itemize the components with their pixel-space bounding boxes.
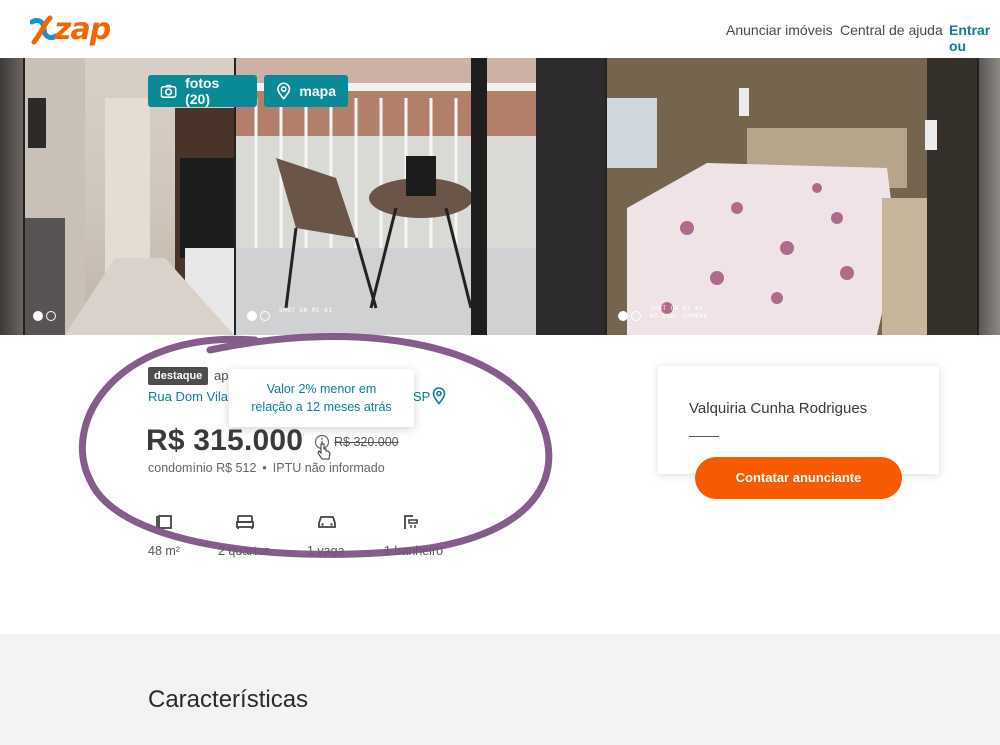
bedroom-photo-icon bbox=[607, 58, 977, 335]
bed-icon bbox=[236, 515, 254, 529]
car-icon bbox=[318, 516, 336, 528]
photos-button[interactable]: fotos (20) bbox=[148, 75, 257, 107]
divider bbox=[689, 436, 719, 437]
condo-fee: condomínio R$ 512 bbox=[148, 461, 257, 475]
gallery-dots[interactable] bbox=[247, 311, 270, 321]
gallery-photo[interactable] bbox=[979, 58, 1000, 335]
camera-icon bbox=[160, 84, 177, 98]
map-button-label: mapa bbox=[299, 83, 336, 99]
area-icon bbox=[156, 515, 172, 529]
photo-gallery[interactable]: SHOT ON MI A1 SHOT ON MI A1 MI DUAL CAME… bbox=[0, 58, 1000, 335]
photos-button-label: fotos (20) bbox=[185, 75, 220, 107]
area-label: 48 m² bbox=[148, 544, 180, 558]
price-history-tooltip: Valor 2% menor em relação a 12 meses atr… bbox=[229, 369, 414, 427]
map-button[interactable]: mapa bbox=[264, 75, 348, 107]
map-pin-icon bbox=[277, 82, 291, 100]
gallery-photo[interactable]: SHOT ON MI A1 MI DUAL CAMERA bbox=[607, 58, 977, 335]
nav-advertise-link[interactable]: Anunciar imóveis bbox=[726, 22, 833, 38]
address-link[interactable]: Rua Dom Vilar bbox=[148, 389, 232, 404]
listing-price: R$ 315.000 bbox=[146, 424, 304, 457]
address-state[interactable]: SP bbox=[413, 389, 430, 404]
characteristics-section: Características bbox=[0, 634, 1000, 745]
gallery-dots[interactable] bbox=[33, 311, 56, 321]
highlight-badge: destaque bbox=[148, 367, 209, 385]
nav-login-link[interactable]: Entrar ou bbox=[949, 22, 1000, 54]
previous-price: R$ 320.000 bbox=[334, 435, 399, 449]
brand-name[interactable]: zap bbox=[54, 12, 111, 47]
bedrooms-label: 2 quartos bbox=[218, 544, 271, 558]
parking-label: 1 vaga bbox=[307, 544, 345, 558]
gallery-photo[interactable] bbox=[0, 58, 23, 335]
seller-name: Valquiria Cunha Rodrigues bbox=[689, 400, 868, 417]
section-title: Características bbox=[148, 686, 309, 713]
location-pin-icon[interactable] bbox=[432, 387, 446, 405]
gallery-dots[interactable] bbox=[618, 311, 641, 321]
shower-icon bbox=[404, 515, 418, 529]
iptu-info: IPTU não informado bbox=[272, 461, 385, 475]
photo-caption: SHOT ON MI A1 MI DUAL CAMERA bbox=[650, 305, 708, 320]
nav-help-link[interactable]: Central de ajuda bbox=[840, 22, 943, 38]
property-type: ap bbox=[214, 368, 229, 383]
bathroom-label: 1 banheiro bbox=[384, 544, 444, 558]
top-header: zap Anunciar imóveis Central de ajuda En… bbox=[0, 0, 1000, 58]
photo-caption: SHOT ON MI A1 bbox=[279, 307, 333, 314]
hand-cursor-icon bbox=[317, 443, 331, 460]
fees-info: condomínio R$ 512 • IPTU não informado bbox=[148, 461, 385, 475]
contact-seller-button[interactable]: Contatar anunciante bbox=[695, 457, 902, 499]
